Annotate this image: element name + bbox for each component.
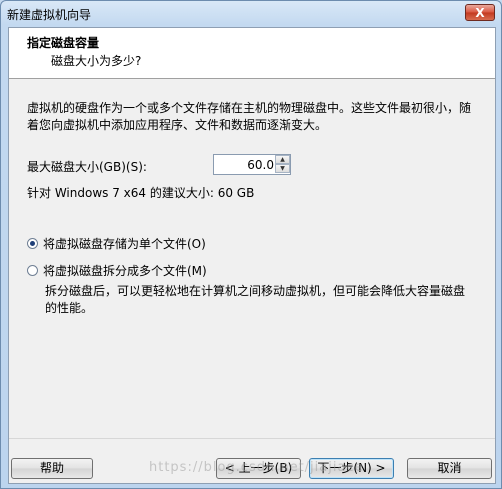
cancel-button[interactable]: 取消 — [407, 458, 492, 479]
wizard-body: 指定磁盘容量 磁盘大小为多少? 虚拟机的硬盘作为一个或多个文件存储在主机的物理磁… — [8, 27, 496, 484]
single-file-label[interactable]: 将虚拟磁盘存储为单个文件(O) — [43, 235, 206, 252]
next-button[interactable]: 下一步(N) > — [309, 458, 394, 479]
disk-size-label: 最大磁盘大小(GB)(S): — [27, 160, 147, 174]
multiple-files-option[interactable]: 将虚拟磁盘拆分成多个文件(M) — [27, 262, 207, 279]
wizard-header: 指定磁盘容量 磁盘大小为多少? — [9, 28, 495, 79]
recommended-size-text: 针对 Windows 7 x64 的建议大小: 60 GB — [27, 186, 255, 200]
stepper-down-icon[interactable]: ▼ — [275, 164, 290, 173]
radio-selected-icon[interactable] — [27, 238, 38, 249]
help-button[interactable]: 帮助 — [11, 458, 93, 479]
page-title: 指定磁盘容量 — [27, 36, 100, 50]
stepper-buttons: ▲ ▼ — [275, 155, 290, 174]
close-button[interactable]: X — [465, 4, 495, 21]
description-text: 虚拟机的硬盘作为一个或多个文件存储在主机的物理磁盘中。这些文件最初很小，随着您向… — [27, 101, 472, 132]
radio-unselected-icon[interactable] — [27, 265, 38, 276]
title-bar[interactable]: 新建虚拟机向导 X — [1, 1, 501, 25]
window-title: 新建虚拟机向导 — [7, 8, 92, 22]
divider — [9, 438, 495, 439]
back-button[interactable]: < 上一步(B) — [216, 458, 301, 479]
wizard-window: 新建虚拟机向导 X 指定磁盘容量 磁盘大小为多少? 虚拟机的硬盘作为一个或多个文… — [0, 0, 502, 489]
multiple-files-label[interactable]: 将虚拟磁盘拆分成多个文件(M) — [43, 262, 207, 279]
stepper-up-icon[interactable]: ▲ — [275, 155, 290, 164]
disk-size-input[interactable]: 60.0 — [216, 158, 274, 172]
single-file-option[interactable]: 将虚拟磁盘存储为单个文件(O) — [27, 235, 206, 252]
disk-size-stepper[interactable]: 60.0 ▲ ▼ — [213, 154, 291, 175]
page-subtitle: 磁盘大小为多少? — [51, 54, 142, 68]
split-note-text: 拆分磁盘后，可以更轻松地在计算机之间移动虚拟机，但可能会降低大容量磁盘的性能。 — [45, 284, 466, 315]
